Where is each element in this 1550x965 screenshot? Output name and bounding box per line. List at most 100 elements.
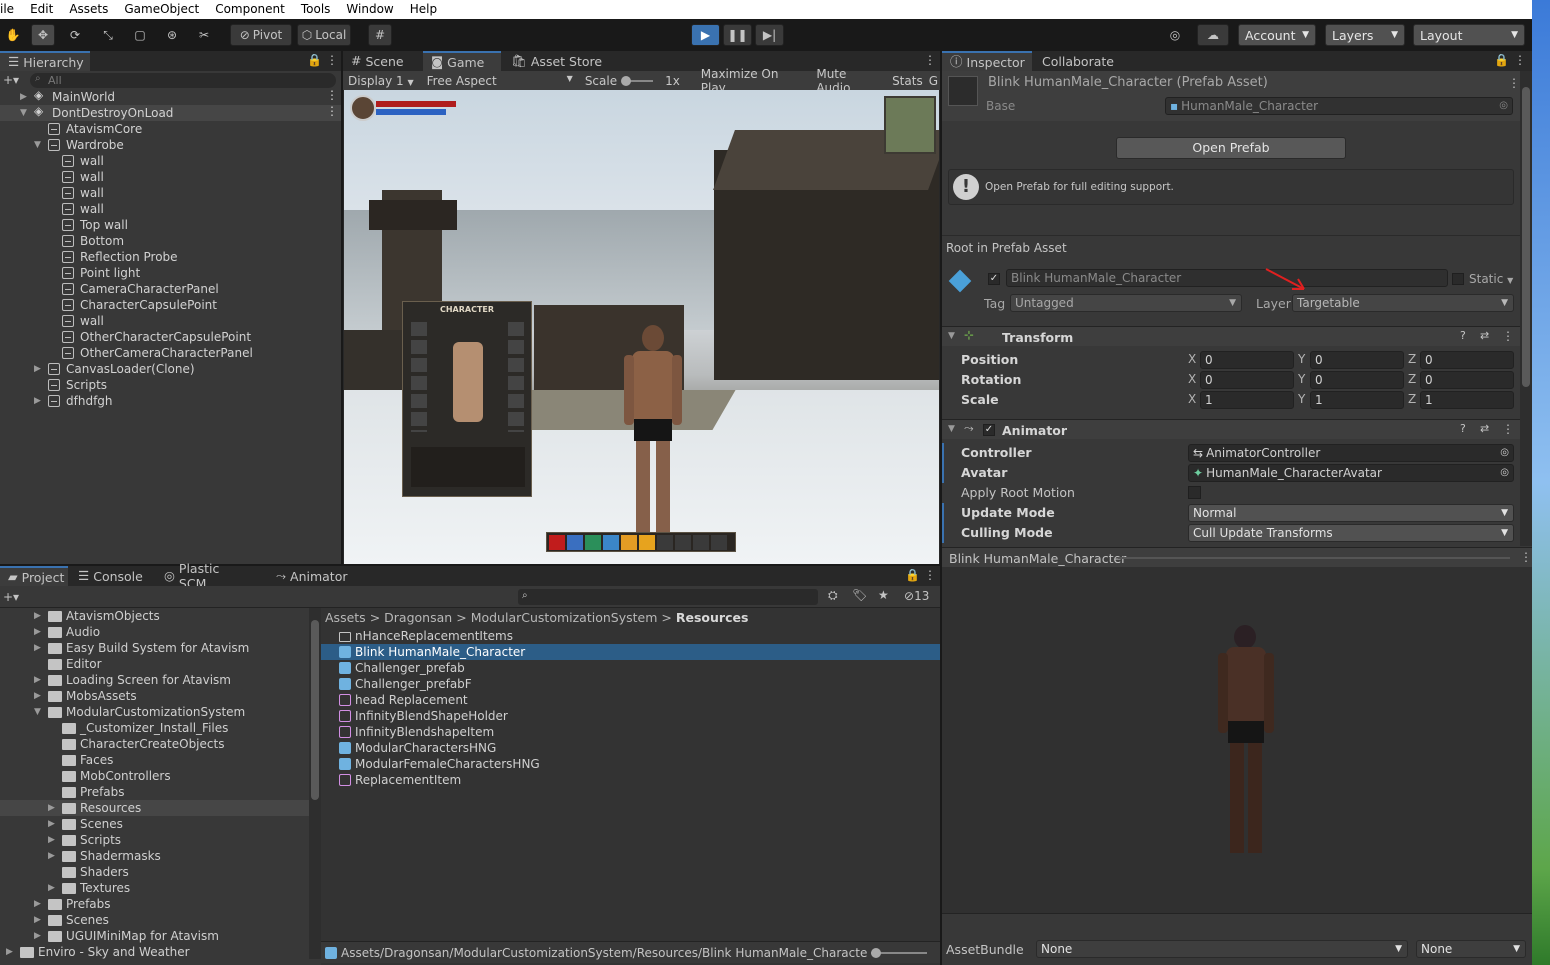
assetbundle-variant-dropdown[interactable]: None ▼ [1416, 940, 1526, 958]
more-icon[interactable]: ⋮ [1514, 54, 1526, 66]
action-bar[interactable] [546, 532, 736, 552]
character-panel[interactable]: CHARACTER [402, 301, 532, 497]
project-folder-item[interactable]: ▶ Resources [0, 800, 309, 816]
more-icon[interactable]: ⋮ [1508, 77, 1520, 89]
transform-field-y[interactable]: 1 [1310, 391, 1404, 409]
transform-tool-button[interactable]: ⊛ [160, 24, 184, 46]
chevron-right-icon[interactable]: ▶ [34, 361, 46, 377]
transform-field-x[interactable]: 0 [1200, 351, 1294, 369]
hierarchy-item[interactable]: wall [0, 185, 341, 201]
layers-dropdown[interactable]: Layers ▼ [1325, 24, 1405, 46]
layout-dropdown[interactable]: Layout ▼ [1413, 24, 1525, 46]
project-search-input[interactable]: ⌕ [518, 589, 818, 605]
file-list-item[interactable]: ReplacementItem [321, 772, 940, 788]
inspector-scrollbar[interactable] [1520, 71, 1532, 546]
tab-console[interactable]: ☰ Console [70, 566, 150, 586]
breadcrumb-item[interactable]: Dragonsan [384, 610, 452, 625]
hierarchy-item[interactable]: wall [0, 313, 341, 329]
chevron-right-icon[interactable]: ▶ [34, 624, 46, 640]
project-folder-item[interactable]: ▶ AtavismObjects [0, 608, 309, 624]
chevron-right-icon[interactable]: ▶ [34, 640, 46, 656]
axis-label-y[interactable]: Y [1298, 372, 1305, 386]
hierarchy-item[interactable]: Scripts [0, 377, 341, 393]
scrollbar-thumb[interactable] [311, 620, 319, 800]
breadcrumb-item[interactable]: Resources [676, 610, 749, 625]
tab-scene[interactable]: # Scene [343, 51, 421, 71]
lock-icon[interactable]: 🔒 [1494, 54, 1509, 66]
move-tool-button[interactable]: ✥ [31, 24, 55, 46]
chevron-right-icon[interactable]: ▶ [48, 816, 60, 832]
transform-header[interactable]: ▼ ⊹ Transform ? ⇄ ⋮ [942, 326, 1520, 346]
tab-hierarchy[interactable]: ☰ Hierarchy [0, 51, 90, 71]
more-icon[interactable]: ⋮ [1502, 423, 1514, 435]
chevron-right-icon[interactable]: ▶ [34, 688, 46, 704]
project-folder-item[interactable]: Faces [0, 752, 309, 768]
display-dropdown[interactable]: Display 1 ▼ [343, 74, 422, 88]
project-folder-item[interactable]: Prefabs [0, 784, 309, 800]
project-folder-item[interactable]: ▶ Audio [0, 624, 309, 640]
menu-window[interactable]: Window [338, 0, 401, 19]
axis-label-x[interactable]: X [1188, 352, 1196, 366]
project-folder-item[interactable]: _Customizer_Install_Files [0, 720, 309, 736]
project-folder-item[interactable]: ▶ UGUIMiniMap for Atavism [0, 928, 309, 944]
file-list-item[interactable]: InfinityBlendShapeHolder [321, 708, 940, 724]
axis-label-z[interactable]: Z [1408, 392, 1416, 406]
chevron-down-icon[interactable]: ▼ [20, 105, 32, 121]
update-mode-dropdown[interactable]: Normal ▼ [1188, 504, 1514, 522]
animator-header[interactable]: ▼ ⤳ ✓ Animator ? ⇄ ⋮ [942, 419, 1520, 439]
icon-size-slider[interactable] [871, 947, 927, 958]
tab-collaborate[interactable]: Collaborate [1034, 51, 1124, 71]
play-button[interactable]: ▶ [691, 24, 720, 46]
cloud-button[interactable]: ☁ [1197, 24, 1229, 46]
menu-edit[interactable]: Edit [22, 0, 61, 19]
file-list-item[interactable]: nHanceReplacementItems [321, 628, 940, 644]
pivot-toggle[interactable]: ⊘ Pivot [230, 24, 292, 46]
object-name-field[interactable]: Blink HumanMale_Character [1006, 269, 1448, 287]
more-icon[interactable]: ⋮ [1502, 330, 1514, 342]
chevron-down-icon[interactable]: ▼ [34, 704, 46, 720]
aspect-dropdown[interactable]: Free Aspect ▼ [422, 74, 577, 88]
project-folder-item[interactable]: ▶ Textures [0, 880, 309, 896]
tab-plastic-scm[interactable]: ◎ Plastic SCM [156, 561, 258, 591]
breadcrumb-item[interactable]: ModularCustomizationSystem [471, 610, 658, 625]
culling-mode-dropdown[interactable]: Cull Update Transforms ▼ [1188, 524, 1514, 542]
file-list-item[interactable]: Blink HumanMale_Character [321, 644, 940, 660]
tree-scrollbar[interactable] [309, 608, 321, 959]
scale-tool-button[interactable]: ⤡ [96, 24, 120, 46]
step-button[interactable]: ▶| [755, 24, 784, 46]
hierarchy-item[interactable]: CharacterCapsulePoint [0, 297, 341, 313]
chevron-right-icon[interactable]: ▶ [20, 89, 32, 105]
hierarchy-item[interactable]: Point light [0, 265, 341, 281]
project-folder-item[interactable]: ▶ Loading Screen for Atavism [0, 672, 309, 688]
star-icon[interactable]: ★ [878, 589, 889, 601]
transform-field-y[interactable]: 0 [1310, 371, 1404, 389]
more-icon[interactable]: ⋮ [924, 569, 936, 581]
transform-field-x[interactable]: 0 [1200, 371, 1294, 389]
hierarchy-item[interactable]: Top wall [0, 217, 341, 233]
tab-game[interactable]: ◙ Game [423, 51, 501, 71]
file-list-item[interactable]: ModularCharactersHNG [321, 740, 940, 756]
transform-field-z[interactable]: 0 [1420, 351, 1514, 369]
file-list-item[interactable]: ModularFemaleCharactersHNG [321, 756, 940, 772]
animator-enabled-checkbox[interactable]: ✓ [983, 424, 995, 436]
static-dropdown[interactable]: Static ▼ [1469, 272, 1513, 286]
help-icon[interactable]: ? [1460, 423, 1466, 434]
base-field[interactable]: ▪ HumanMale_Character ◎ [1165, 97, 1513, 115]
more-icon[interactable]: ⋮ [326, 89, 338, 101]
project-folder-item[interactable]: ▶ Prefabs [0, 896, 309, 912]
axis-label-z[interactable]: Z [1408, 372, 1416, 386]
avatar-field[interactable]: ✦ HumanMale_CharacterAvatar ◎ [1188, 464, 1514, 482]
axis-label-x[interactable]: X [1188, 372, 1196, 386]
transform-field-z[interactable]: 1 [1420, 391, 1514, 409]
hierarchy-item[interactable]: wall [0, 201, 341, 217]
project-folder-item[interactable]: ▶ Shadermasks [0, 848, 309, 864]
help-icon[interactable]: ? [1460, 330, 1466, 341]
project-folder-item[interactable]: ▶ MobsAssets [0, 688, 309, 704]
lock-icon[interactable]: 🔒 [905, 569, 920, 581]
tab-animator[interactable]: ⤳ Animator [268, 566, 358, 586]
hierarchy-item[interactable]: wall [0, 169, 341, 185]
project-folder-item[interactable]: CharacterCreateObjects [0, 736, 309, 752]
pause-button[interactable]: ❚❚ [723, 24, 752, 46]
file-list-item[interactable]: InfinityBlendshapeItem [321, 724, 940, 740]
hierarchy-scene-item[interactable]: ▶ ◈ MainWorld ⋮ [0, 89, 341, 105]
